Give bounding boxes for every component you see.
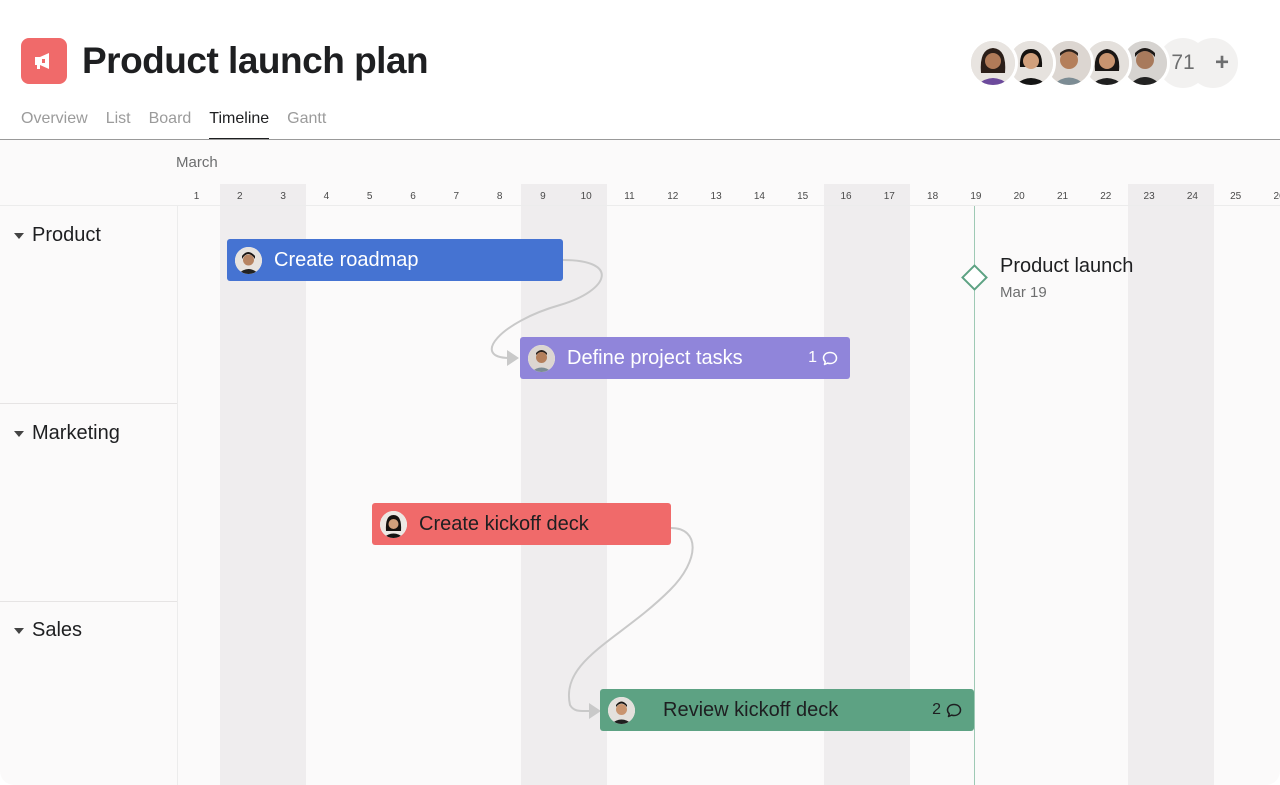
section-product[interactable]: Product xyxy=(14,224,101,247)
task-bar[interactable]: Define project tasks 1 xyxy=(520,337,850,379)
avatar[interactable] xyxy=(968,38,1018,88)
section-label: Marketing xyxy=(32,422,120,444)
project-megaphone-icon[interactable] xyxy=(21,38,67,84)
milestone-title[interactable]: Product launch xyxy=(1000,255,1133,278)
day-label: 14 xyxy=(753,191,765,202)
day-label: 3 xyxy=(280,191,286,202)
page-title: Product launch plan xyxy=(82,40,429,81)
tab-list[interactable]: List xyxy=(106,108,131,140)
comment-bubble-icon xyxy=(946,703,962,717)
day-label: 13 xyxy=(710,191,722,202)
tab-timeline[interactable]: Timeline xyxy=(209,108,270,140)
task-name: Create kickoff deck xyxy=(419,512,589,535)
comment-count[interactable]: 2 xyxy=(932,689,962,731)
task-bar[interactable]: Review kickoff deck 2 xyxy=(600,689,974,731)
day-label: 10 xyxy=(580,191,592,202)
assignee-avatar[interactable] xyxy=(608,696,635,724)
tab-gantt[interactable]: Gantt xyxy=(287,108,326,140)
day-label: 6 xyxy=(410,191,416,202)
day-label: 25 xyxy=(1230,191,1242,202)
section-divider xyxy=(0,205,1280,206)
section-sales[interactable]: Sales xyxy=(14,619,82,642)
assignee-avatar[interactable] xyxy=(380,510,407,538)
megaphone-icon xyxy=(35,53,49,69)
month-label: March xyxy=(176,154,218,171)
day-label: 7 xyxy=(453,191,460,202)
day-label: 12 xyxy=(667,191,679,202)
day-label: 11 xyxy=(624,191,635,202)
day-label: 8 xyxy=(496,191,503,202)
day-label: 17 xyxy=(883,191,895,202)
milestone-date: Mar 19 xyxy=(1000,284,1047,301)
day-label: 2 xyxy=(237,191,243,202)
section-label: Product xyxy=(32,224,101,246)
day-label: 16 xyxy=(840,191,852,202)
day-label: 15 xyxy=(797,191,809,202)
section-label: Sales xyxy=(32,619,83,641)
section-marketing[interactable]: Marketing xyxy=(14,422,120,445)
assignee-avatar[interactable] xyxy=(235,246,262,274)
task-bar[interactable]: Create kickoff deck xyxy=(372,503,671,545)
day-label: 5 xyxy=(366,191,373,202)
comment-count-value: 2 xyxy=(932,701,941,718)
section-divider xyxy=(0,601,178,602)
comment-count-value: 1 xyxy=(808,349,817,366)
assignee-avatar[interactable] xyxy=(528,344,555,372)
collapse-caret-icon[interactable] xyxy=(14,627,24,634)
section-column-divider xyxy=(177,206,178,785)
task-name: Define project tasks xyxy=(567,346,743,369)
day-label: 9 xyxy=(540,191,546,202)
task-bar[interactable]: Create roadmap xyxy=(227,239,563,281)
project-members[interactable]: + 71 xyxy=(968,38,1240,88)
day-label: 1 xyxy=(193,191,200,202)
weekend-column xyxy=(1128,184,1214,785)
section-divider xyxy=(0,403,178,404)
day-label: 18 xyxy=(927,191,939,202)
app-window: Product launch plan Overview List Board … xyxy=(0,0,1280,785)
day-label: 26 xyxy=(1273,191,1280,202)
tab-overview[interactable]: Overview xyxy=(21,108,88,140)
day-label: 22 xyxy=(1100,191,1112,202)
tab-board[interactable]: Board xyxy=(149,108,192,140)
task-name: Create roadmap xyxy=(274,248,419,271)
collapse-caret-icon[interactable] xyxy=(14,232,24,239)
day-label: 19 xyxy=(970,191,982,202)
day-label: 23 xyxy=(1143,191,1155,202)
day-label: 21 xyxy=(1056,191,1069,202)
comment-count[interactable]: 1 xyxy=(808,337,838,379)
view-tabs: Overview List Board Timeline Gantt xyxy=(21,108,344,140)
day-label: 4 xyxy=(323,191,330,202)
collapse-caret-icon[interactable] xyxy=(14,430,24,437)
day-label: 24 xyxy=(1186,191,1198,202)
comment-bubble-icon xyxy=(822,351,838,365)
milestone-line xyxy=(974,206,975,785)
day-label: 20 xyxy=(1013,191,1025,202)
task-name: Review kickoff deck xyxy=(663,698,839,721)
